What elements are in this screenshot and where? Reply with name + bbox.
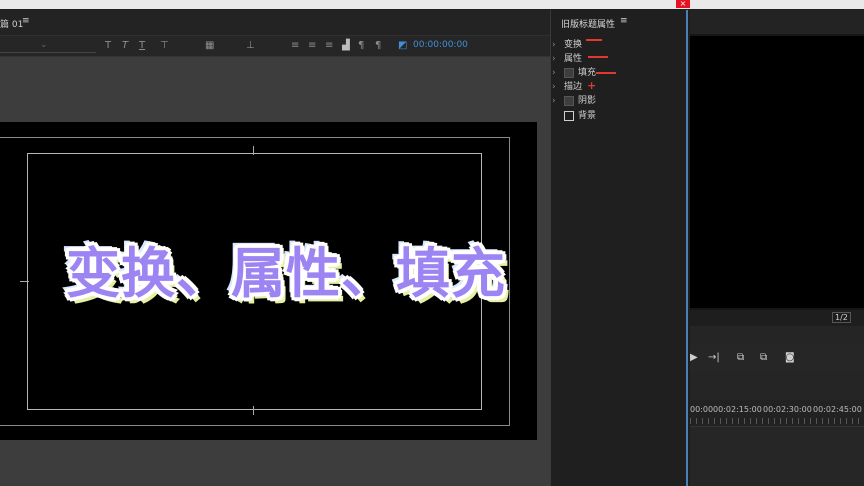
center-mark-top [253,146,254,155]
bold-button[interactable]: T [105,40,111,51]
background-checkbox[interactable] [564,110,574,121]
ruler-label: 00:00 [690,405,714,414]
center-mark-bottom [253,406,254,415]
chevron-right-icon[interactable]: › [552,40,564,50]
prop-label: 变换 [564,40,583,50]
shadow-checkbox[interactable] [564,95,574,106]
lift-icon[interactable]: ⧉ [737,352,744,363]
ruler-ticks [690,418,864,424]
chevron-right-icon[interactable]: › [552,68,564,78]
hamburger-menu-icon[interactable]: ≡ [22,16,30,26]
annotation-plus: + [587,79,597,92]
ruler-label: 00:02:45:00 [813,405,862,414]
annotation-underline-fill [596,72,616,74]
underline-button[interactable]: T [139,40,145,51]
align-left-icon[interactable]: ≡ [291,40,299,51]
editor-tab-title[interactable]: 篇 01 [0,17,23,30]
chevron-right-icon[interactable]: › [552,96,564,106]
prop-row-stroke[interactable]: › 描边 [552,79,582,93]
fill-checkbox[interactable] [564,67,574,78]
camera-icon[interactable]: ◙ [785,352,795,363]
italic-button[interactable]: T [122,40,128,51]
timeline-tracks[interactable] [690,427,864,486]
prop-row-shadow[interactable]: › 阴影 [552,93,596,107]
align-center-icon[interactable]: ≡ [308,40,316,51]
center-mark-left [20,281,29,282]
panel-title: 旧版标题属性 [561,20,616,30]
prop-label: 背景 [578,111,597,121]
prop-row-properties[interactable]: › 属性 [552,51,582,65]
show-video-icon[interactable]: ◩ [398,40,407,51]
play-button[interactable]: ▶ [690,352,698,363]
prop-label: 描边 [564,82,583,92]
leading-icon[interactable]: ▦ [205,40,214,51]
step-forward-button[interactable]: →| [708,352,720,363]
chevron-right-icon[interactable]: › [552,54,564,64]
annotation-underline-properties [588,56,608,58]
window-top-bar [0,0,864,9]
prop-label: 填充 [578,68,597,78]
distribute-icon[interactable]: ¶ [358,40,364,51]
program-monitor-header [690,10,864,34]
editor-header [0,10,550,36]
kerning-icon[interactable]: ⊤ [160,40,169,51]
prop-label: 阴影 [578,96,597,106]
close-button[interactable]: × [676,0,690,8]
panel-menu-icon[interactable]: ≡ [620,16,628,26]
title-text-object[interactable]: 变换、属性、填充 [66,229,506,308]
align-right-icon[interactable]: ≡ [325,40,333,51]
prop-row-fill[interactable]: › 填充 [552,65,596,79]
distribute-alt-icon[interactable]: ¶ [375,40,381,51]
chevron-down-icon[interactable]: ⌄ [40,40,48,50]
ruler-label: 00:02:15:00 [713,405,762,414]
resolution-select[interactable]: 1/2 [832,312,851,323]
font-family-select[interactable] [0,40,96,53]
prop-row-background[interactable]: 背景 [552,108,596,122]
tab-stops-icon[interactable]: ▟ [342,40,350,51]
annotation-underline-transform [586,39,602,41]
chevron-right-icon[interactable]: › [552,82,564,92]
ruler-label: 00:02:30:00 [763,405,812,414]
prop-row-transform[interactable]: › 变换 [552,37,582,51]
prop-label: 属性 [564,54,583,64]
background-timecode[interactable]: 00:00:00:00 [413,40,468,50]
extract-icon[interactable]: ⧉ [760,352,767,363]
baseline-icon[interactable]: ⊥ [246,40,255,51]
program-video-frame[interactable] [690,36,864,308]
